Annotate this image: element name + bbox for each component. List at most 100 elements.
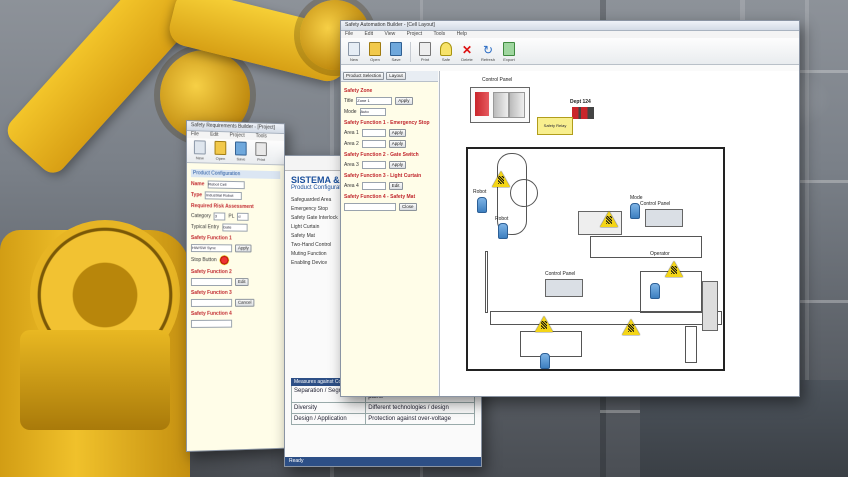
- toolbar-new-button[interactable]: New: [345, 42, 363, 62]
- operator-figure-icon[interactable]: [477, 197, 487, 213]
- title-field[interactable]: Zone 1: [356, 97, 393, 105]
- warning-hazard-icon[interactable]: [535, 316, 553, 332]
- menu-project[interactable]: Project: [230, 132, 245, 138]
- menu-edit[interactable]: Edit: [210, 132, 218, 138]
- control-panel-right[interactable]: [645, 209, 683, 227]
- menu-tools[interactable]: Tools: [433, 31, 445, 37]
- control-panel-mid[interactable]: [545, 279, 583, 297]
- toolbar-new-button[interactable]: New: [191, 140, 209, 160]
- folder-icon: [369, 42, 381, 56]
- light-curtain[interactable]: [702, 281, 718, 331]
- stop-row: Stop Button: [191, 255, 280, 266]
- apply-button[interactable]: Apply: [235, 244, 252, 253]
- control-panel-right-label: Control Panel: [640, 201, 671, 207]
- control-panel-top[interactable]: [470, 87, 530, 123]
- operator-figure-icon[interactable]: [630, 203, 640, 219]
- mode-field[interactable]: Auto: [359, 108, 386, 116]
- operator-figure-icon[interactable]: [650, 283, 660, 299]
- edit-button[interactable]: Edit: [235, 278, 249, 286]
- document-icon: [348, 42, 360, 56]
- toolbar-save-button[interactable]: Save: [232, 141, 249, 161]
- left-tab[interactable]: Product Configuration: [190, 169, 281, 180]
- sf4-field[interactable]: [190, 319, 233, 328]
- sf2-row: Edit: [190, 278, 280, 286]
- operator-figure-icon[interactable]: [540, 353, 550, 369]
- tab-product-selection[interactable]: Product Selection: [343, 72, 385, 80]
- guide-line: [485, 251, 488, 313]
- area-field[interactable]: [361, 140, 386, 148]
- menu-help[interactable]: Help: [457, 31, 467, 37]
- section-risk-assessment: Required Risk Assessment: [190, 203, 254, 211]
- toolbar-open-button[interactable]: Open: [366, 42, 384, 62]
- edit-button[interactable]: Edit: [388, 182, 403, 190]
- main-toolbar: New Open Save Print Safe ✕ Delete ↻ Refres…: [341, 38, 799, 65]
- menu-view[interactable]: View: [384, 31, 395, 37]
- layout-diagram-canvas[interactable]: Control Panel Dept 124 Safety Relay Cont…: [439, 71, 799, 396]
- toolbar-delete-button[interactable]: ✕ Delete: [458, 44, 476, 62]
- list-item: Area 2 Apply: [344, 140, 435, 148]
- safety-relay-icon: [475, 92, 489, 116]
- sf4-field[interactable]: [344, 203, 396, 211]
- warning-hazard-icon[interactable]: [665, 261, 683, 277]
- sf4-row: Close: [344, 203, 435, 211]
- print-icon: [419, 42, 431, 56]
- toolbar-export-button[interactable]: Export: [500, 42, 518, 62]
- refresh-icon: ↻: [483, 43, 494, 57]
- pl-field[interactable]: d: [237, 212, 249, 221]
- area-field[interactable]: [361, 129, 386, 137]
- control-panel-top-label: Control Panel: [482, 77, 513, 83]
- sf4-row: [190, 319, 280, 328]
- sf2-field[interactable]: [190, 278, 233, 286]
- toolbar-open-button[interactable]: Open: [212, 140, 230, 161]
- name-field[interactable]: Robot Cell: [207, 180, 245, 190]
- toolbar-print-button[interactable]: Print: [416, 42, 434, 62]
- left-config-form: Product Configuration Name Robot Cell Ty…: [186, 163, 285, 452]
- close-button[interactable]: Close: [399, 203, 417, 211]
- menu-file[interactable]: File: [345, 31, 353, 37]
- name-label: Name: [190, 181, 205, 188]
- toolbar-print-button[interactable]: Print: [252, 142, 269, 162]
- toolbar-refresh-button[interactable]: ↻ Refresh: [479, 44, 497, 62]
- apply-button[interactable]: Apply: [388, 140, 406, 148]
- warning-hazard-icon[interactable]: [622, 319, 640, 335]
- left-application-window: Safety Requirements Builder - [Project] …: [186, 120, 285, 452]
- zone-header: Safety Zone: [344, 88, 373, 94]
- entry-field[interactable]: Gate: [222, 223, 248, 232]
- operator-label: Mode: [630, 195, 643, 201]
- area-field[interactable]: [361, 161, 386, 169]
- table-row: Design / Application Protection against …: [291, 414, 475, 425]
- menu-project[interactable]: Project: [407, 31, 423, 37]
- print-icon: [255, 142, 267, 157]
- save-icon: [390, 42, 402, 56]
- category-field[interactable]: 3: [213, 212, 226, 221]
- sf3-row: Cancel: [190, 298, 280, 307]
- tab-layout[interactable]: Layout: [386, 72, 406, 80]
- e-stop-device-icon[interactable]: [572, 107, 594, 119]
- operator-label: Operator: [650, 251, 670, 257]
- area-field[interactable]: [361, 182, 386, 190]
- toolbar-save-button[interactable]: Save: [387, 42, 405, 62]
- apply-button[interactable]: Apply: [388, 129, 406, 137]
- menu-edit[interactable]: Edit: [364, 31, 373, 37]
- lightbulb-icon: [440, 42, 452, 56]
- toolbar-safe-button[interactable]: Safe: [437, 42, 455, 62]
- type-field[interactable]: Industrial Robot: [205, 191, 243, 200]
- sf1-field[interactable]: HW/SW Sync: [190, 244, 233, 253]
- sf-section-2: Safety Function 2 - Gate Switch: [344, 152, 419, 158]
- cancel-button[interactable]: Cancel: [235, 298, 255, 307]
- menu-file[interactable]: File: [191, 131, 199, 137]
- operator-figure-icon[interactable]: [498, 223, 508, 239]
- apply-button[interactable]: Apply: [388, 161, 406, 169]
- control-panel-mid-label: Control Panel: [545, 271, 576, 277]
- pillar: [685, 326, 697, 363]
- menu-tools[interactable]: Tools: [256, 133, 267, 139]
- toolbar-separator: [410, 42, 411, 62]
- main-form-body: Safety Zone Title Zone 1 Apply Mode Auto…: [341, 82, 438, 216]
- main-tabs: Product Selection Layout: [341, 71, 438, 82]
- apply-button[interactable]: Apply: [395, 97, 413, 105]
- warning-hazard-icon[interactable]: [600, 211, 618, 227]
- sf3-field[interactable]: [190, 298, 233, 307]
- safety-relay-tag[interactable]: Safety Relay: [537, 117, 573, 135]
- controller-icon: [509, 92, 525, 118]
- warning-hazard-icon[interactable]: [492, 171, 510, 187]
